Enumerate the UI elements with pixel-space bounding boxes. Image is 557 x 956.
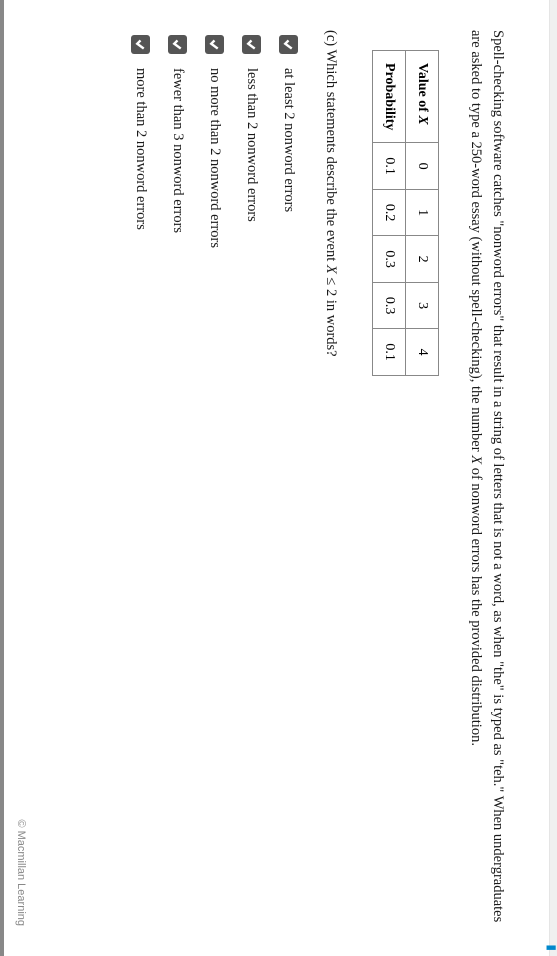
table-cell: 0.2 (373, 189, 406, 236)
row-header-prob: Probability (373, 51, 406, 143)
question-relation: ≤ 2 (323, 274, 339, 296)
checkbox-icon (242, 35, 261, 54)
window-top-bar: ▮ (549, 0, 557, 956)
option-more-than-2[interactable]: more than 2 nonword errors (131, 35, 150, 926)
content-area: Spell-checking software catches "nonword… (111, 0, 549, 956)
table-cell: 4 (406, 329, 439, 376)
question-prefix: (c) Which statements describe the event (323, 30, 339, 265)
problem-variable: X (468, 455, 484, 464)
table-cell: 0.1 (373, 329, 406, 376)
problem-statement: Spell-checking software catches "nonword… (464, 30, 509, 926)
table-cell: 0.3 (373, 236, 406, 283)
option-label: less than 2 nonword errors (243, 68, 260, 222)
distribution-table: Value of X 0 1 2 3 4 Probability 0.1 0.2… (372, 50, 439, 376)
table-cell: 2 (406, 236, 439, 283)
table-cell: 0.3 (373, 282, 406, 329)
checkbox-icon (168, 35, 187, 54)
question-suffix: in words? (323, 296, 339, 356)
option-label: fewer than 3 nonword errors (169, 68, 186, 233)
footer-brand: © Macmillan Learning (15, 819, 27, 926)
footer-border (0, 0, 4, 956)
option-label: at least 2 nonword errors (280, 68, 297, 212)
question-variable: X (323, 265, 339, 274)
checkbox-icon (205, 35, 224, 54)
option-less-than-2[interactable]: less than 2 nonword errors (242, 35, 261, 926)
option-label: more than 2 nonword errors (132, 68, 149, 230)
checkbox-icon (131, 35, 150, 54)
option-label: no more than 2 nonword errors (206, 68, 223, 248)
table-row: Probability 0.1 0.2 0.3 0.3 0.1 (373, 51, 406, 376)
table-cell: 1 (406, 189, 439, 236)
option-fewer-than-3[interactable]: fewer than 3 nonword errors (168, 35, 187, 926)
row-header-value: Value of X (406, 51, 439, 143)
table-cell: 3 (406, 282, 439, 329)
question-text: (c) Which statements describe the event … (320, 30, 342, 926)
options-list: at least 2 nonword errors less than 2 no… (131, 35, 298, 926)
table-cell: 0.1 (373, 143, 406, 190)
problem-tail: of nonword errors has the provided distr… (468, 464, 484, 746)
checkbox-icon (279, 35, 298, 54)
table-row: Value of X 0 1 2 3 4 (406, 51, 439, 376)
option-at-least-2[interactable]: at least 2 nonword errors (279, 35, 298, 926)
table-cell: 0 (406, 143, 439, 190)
option-no-more-than-2[interactable]: no more than 2 nonword errors (205, 35, 224, 926)
